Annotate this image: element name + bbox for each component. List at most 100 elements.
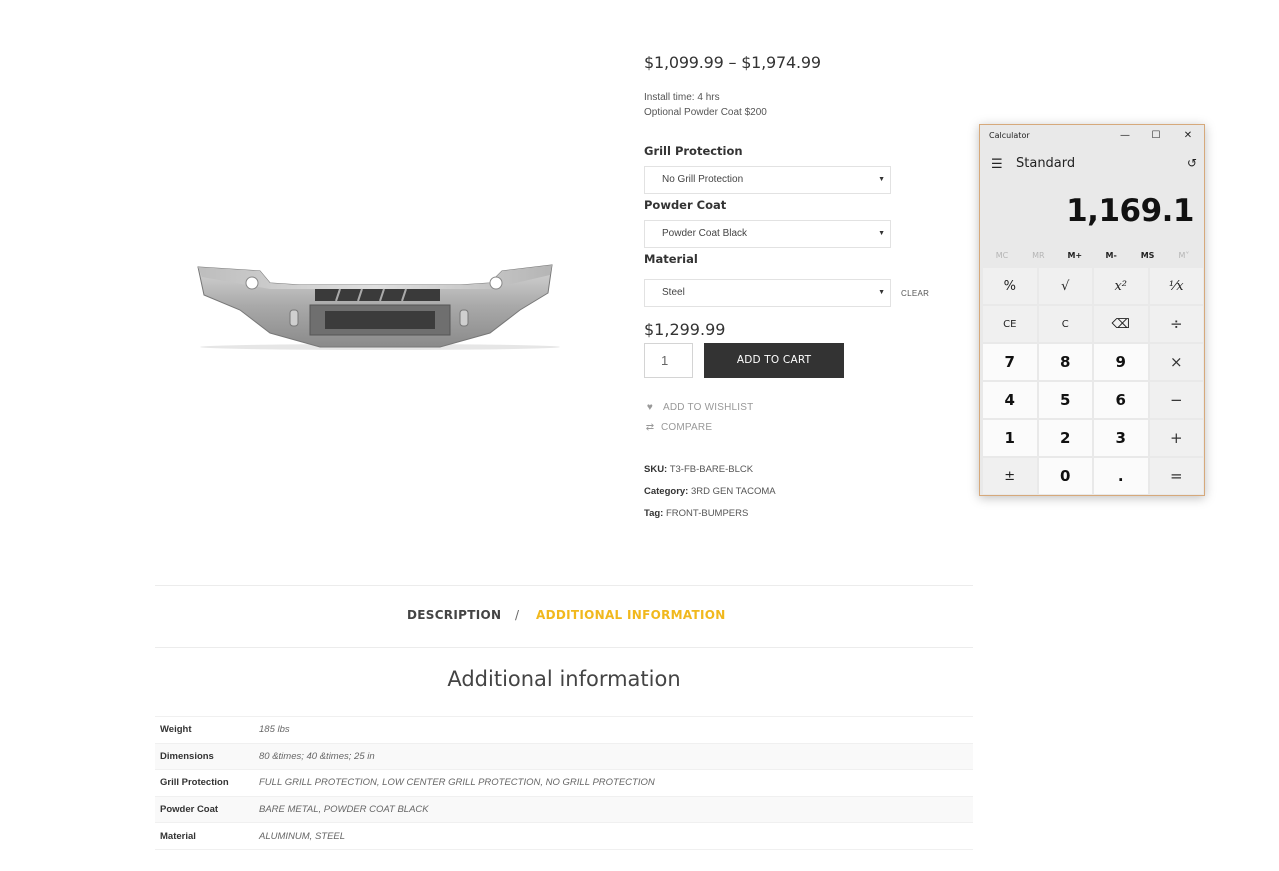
digit-3-button[interactable]: 3 bbox=[1094, 420, 1148, 456]
calculator-header: ☰ Standard ↺ bbox=[980, 153, 1206, 177]
decimal-button[interactable]: . bbox=[1094, 458, 1148, 494]
powder-coat-value: Powder Coat Black bbox=[662, 228, 748, 239]
minimize-button[interactable]: — bbox=[1110, 127, 1140, 145]
category-label: Category: bbox=[644, 486, 689, 497]
calculator-mode: Standard bbox=[1016, 156, 1076, 171]
tab-description[interactable]: DESCRIPTION bbox=[407, 608, 501, 622]
calculator-window[interactable]: Calculator — ☐ ✕ ☰ Standard ↺ 1,169.1 MC… bbox=[979, 124, 1205, 496]
attribute-label: Dimensions bbox=[160, 750, 214, 762]
divide-button[interactable]: ÷ bbox=[1149, 306, 1203, 342]
sku-label: SKU: bbox=[644, 464, 668, 475]
square-button[interactable]: x² bbox=[1094, 268, 1148, 304]
compare-label: COMPARE bbox=[661, 422, 713, 433]
multiply-button[interactable]: × bbox=[1149, 344, 1203, 380]
clear-entry-button[interactable]: CE bbox=[983, 306, 1037, 342]
attribute-label: Grill Protection bbox=[160, 777, 229, 789]
front-bumper-image bbox=[197, 264, 560, 350]
short-description: Install time: 4 hrs Optional Powder Coat… bbox=[644, 90, 767, 120]
menu-icon[interactable]: ☰ bbox=[991, 157, 1003, 172]
digit-2-button[interactable]: 2 bbox=[1038, 420, 1092, 456]
digit-5-button[interactable]: 5 bbox=[1038, 382, 1092, 418]
tabs-divider-top bbox=[155, 585, 973, 586]
tag-link[interactable]: FRONT-BUMPERS bbox=[666, 508, 748, 519]
attribute-label: Powder Coat bbox=[160, 804, 219, 816]
category-meta: Category: 3RD GEN TACOMA bbox=[644, 486, 776, 497]
digit-8-button[interactable]: 8 bbox=[1038, 344, 1092, 380]
product-image[interactable] bbox=[190, 255, 570, 365]
wishlist-label: ADD TO WISHLIST bbox=[663, 402, 754, 413]
table-row: Grill Protection FULL GRILL PROTECTION, … bbox=[155, 769, 973, 797]
chevron-down-icon: ▼ bbox=[878, 289, 885, 296]
attribute-value: 80 &times; 40 &times; 25 in bbox=[259, 750, 375, 762]
attribute-value: BARE METAL, POWDER COAT BLACK bbox=[259, 804, 429, 816]
clear-button[interactable]: C bbox=[1038, 306, 1092, 342]
subtract-button[interactable]: − bbox=[1149, 382, 1203, 418]
table-row: Powder Coat BARE METAL, POWDER COAT BLAC… bbox=[155, 796, 973, 823]
maximize-button[interactable]: ☐ bbox=[1141, 127, 1171, 145]
digit-1-button[interactable]: 1 bbox=[983, 420, 1037, 456]
memory-row: MC MR M+ M- MS M˅ bbox=[984, 251, 1202, 260]
install-time: Install time: 4 hrs bbox=[644, 92, 720, 103]
percent-button[interactable]: % bbox=[983, 268, 1037, 304]
square-root-button[interactable]: √ bbox=[1038, 268, 1092, 304]
tag-meta: Tag: FRONT-BUMPERS bbox=[644, 508, 748, 519]
category-link[interactable]: 3RD GEN TACOMA bbox=[691, 486, 776, 497]
digit-0-button[interactable]: 0 bbox=[1038, 458, 1092, 494]
attribute-value: ALUMINUM, STEEL bbox=[259, 830, 346, 842]
compare-link[interactable]: ⇄ COMPARE bbox=[644, 422, 712, 433]
tab-separator: / bbox=[515, 608, 520, 622]
memory-store-button[interactable]: MS bbox=[1130, 251, 1166, 260]
history-icon[interactable]: ↺ bbox=[1187, 156, 1197, 170]
digit-7-button[interactable]: 7 bbox=[983, 344, 1037, 380]
sku-value: T3-FB-BARE-BLCK bbox=[669, 464, 754, 475]
equals-button[interactable]: = bbox=[1149, 458, 1203, 494]
grill-protection-select[interactable]: No Grill Protection ▼ bbox=[644, 166, 891, 194]
material-select[interactable]: Steel ▼ bbox=[644, 279, 891, 307]
memory-recall-button[interactable]: MR bbox=[1020, 251, 1056, 260]
variation-price: $1,299.99 bbox=[644, 320, 726, 339]
grill-protection-label: Grill Protection bbox=[644, 144, 743, 158]
memory-list-button[interactable]: M˅ bbox=[1166, 251, 1202, 260]
powder-coat-select[interactable]: Powder Coat Black ▼ bbox=[644, 220, 891, 248]
negate-button[interactable]: ± bbox=[983, 458, 1037, 494]
powder-coat-note: Optional Powder Coat $200 bbox=[644, 107, 767, 118]
table-row: Material ALUMINUM, STEEL bbox=[155, 822, 973, 850]
memory-add-button[interactable]: M+ bbox=[1057, 251, 1093, 260]
close-button[interactable]: ✕ bbox=[1173, 127, 1203, 145]
digit-4-button[interactable]: 4 bbox=[983, 382, 1037, 418]
backspace-button[interactable]: ⌫ bbox=[1094, 306, 1148, 342]
calculator-display: 1,169.1 bbox=[1066, 193, 1194, 229]
calculator-keypad: % √ x² ¹⁄x CE C ⌫ ÷ 7 8 9 × 4 5 6 − 1 2 … bbox=[983, 268, 1203, 494]
add-button[interactable]: + bbox=[1149, 420, 1203, 456]
table-row: Dimensions 80 &times; 40 &times; 25 in bbox=[155, 743, 973, 770]
quantity-input[interactable]: 1 bbox=[644, 343, 693, 378]
tag-label: Tag: bbox=[644, 508, 664, 519]
sku-meta: SKU: T3-FB-BARE-BLCK bbox=[644, 464, 753, 475]
window-title: Calculator bbox=[989, 131, 1030, 140]
attribute-value: FULL GRILL PROTECTION, LOW CENTER GRILL … bbox=[259, 777, 655, 789]
tab-additional-information[interactable]: ADDITIONAL INFORMATION bbox=[536, 608, 726, 622]
tabs-divider-bottom bbox=[155, 647, 973, 648]
attributes-table: Weight 185 lbs Dimensions 80 &times; 40 … bbox=[155, 716, 973, 850]
add-to-cart-button[interactable]: ADD TO CART bbox=[704, 343, 844, 378]
material-label: Material bbox=[644, 252, 698, 266]
chevron-down-icon: ▼ bbox=[878, 176, 885, 183]
attribute-value: 185 lbs bbox=[259, 724, 290, 736]
reciprocal-button[interactable]: ¹⁄x bbox=[1149, 268, 1203, 304]
memory-subtract-button[interactable]: M- bbox=[1093, 251, 1129, 260]
memory-clear-button[interactable]: MC bbox=[984, 251, 1020, 260]
powder-coat-label: Powder Coat bbox=[644, 198, 727, 212]
material-value: Steel bbox=[662, 287, 685, 298]
attribute-label: Material bbox=[160, 830, 196, 842]
price-range: $1,099.99 – $1,974.99 bbox=[644, 53, 821, 72]
digit-9-button[interactable]: 9 bbox=[1094, 344, 1148, 380]
table-row: Weight 185 lbs bbox=[155, 716, 973, 744]
compare-arrows-icon: ⇄ bbox=[645, 422, 655, 433]
digit-6-button[interactable]: 6 bbox=[1094, 382, 1148, 418]
section-title: Additional information bbox=[447, 667, 681, 691]
clear-link[interactable]: CLEAR bbox=[901, 289, 929, 298]
chevron-down-icon: ▼ bbox=[878, 230, 885, 237]
grill-protection-value: No Grill Protection bbox=[662, 174, 744, 185]
add-to-wishlist-link[interactable]: ♥ ADD TO WISHLIST bbox=[644, 402, 753, 413]
attribute-label: Weight bbox=[160, 724, 192, 736]
